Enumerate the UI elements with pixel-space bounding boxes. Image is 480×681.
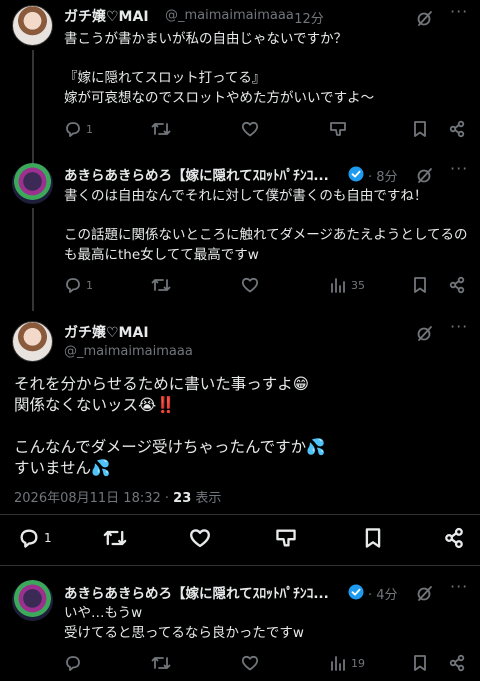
downvote-button[interactable]	[329, 120, 347, 138]
retweet-button[interactable]	[151, 276, 171, 294]
reply-button[interactable]: 1	[64, 276, 93, 294]
grok-icon[interactable]	[416, 166, 434, 184]
tweet-text: いや…もうw 受けてると思ってるなら良かったですw	[64, 605, 304, 641]
heart-icon	[190, 529, 210, 548]
bookmark-button[interactable]	[412, 276, 428, 294]
like-button[interactable]	[241, 276, 259, 294]
verified-badge-icon	[348, 584, 364, 600]
downvote-icon	[276, 529, 296, 547]
bookmark-icon	[414, 121, 426, 137]
reply-button[interactable]: 1	[18, 527, 52, 549]
reply-icon	[20, 529, 38, 548]
downvote-button[interactable]	[275, 527, 297, 549]
retweet-icon	[151, 657, 171, 669]
views-icon	[331, 656, 345, 671]
author-handle[interactable]: @_maimaimaimaaa	[165, 8, 294, 23]
more-icon[interactable]: ···	[450, 2, 468, 21]
author-name[interactable]: ガチ嬢♡MAI	[64, 6, 149, 26]
share-button[interactable]	[448, 276, 466, 294]
tweet-time[interactable]: · 12分	[286, 8, 324, 27]
reply-count: 1	[44, 531, 52, 545]
divider	[0, 565, 480, 566]
tweet-timestamp[interactable]: 2026年08月11日 18:32 · 23 表示	[14, 487, 221, 506]
grok-icon[interactable]	[416, 584, 434, 602]
tweet-text: それを分からせるために書いた事っすよ😁 関係なくないッス😭‼️ こんなんでダメー…	[14, 375, 326, 477]
grok-icon[interactable]	[416, 9, 434, 27]
retweet-button[interactable]	[151, 120, 171, 138]
heart-icon	[241, 655, 259, 671]
reply-button[interactable]	[64, 654, 86, 672]
views-button[interactable]: 35	[329, 276, 365, 294]
reply-icon	[66, 278, 80, 293]
author-name[interactable]: あきらあきらめろ【嫁に隠れてｽﾛｯﾄﾊﾟﾁﾝｺ...	[64, 582, 329, 602]
reply-icon	[66, 656, 80, 671]
more-icon[interactable]: ···	[450, 317, 468, 336]
like-button[interactable]	[241, 654, 259, 672]
verified-badge-icon	[348, 166, 364, 182]
share-icon	[449, 120, 465, 138]
views-count: 19	[351, 656, 365, 670]
bookmark-icon	[365, 528, 381, 548]
thread-line	[32, 50, 34, 163]
tweet-text: 書くのは自由なんでそれに対して僕が書くのも自由ですね！ この話題に関係ないところ…	[64, 188, 468, 263]
thread-line	[32, 208, 34, 311]
timestamp: 2026年08月11日 18:32	[14, 491, 161, 506]
avatar[interactable]	[12, 580, 53, 621]
views-icon	[331, 278, 345, 293]
views-label: 表示	[191, 491, 222, 506]
reply-icon	[66, 122, 80, 137]
share-icon	[449, 654, 465, 672]
reply-button[interactable]: 1	[64, 120, 93, 138]
retweet-button[interactable]	[151, 654, 171, 672]
tweet-time[interactable]: · 4分	[368, 584, 398, 603]
views-count: 23	[173, 491, 192, 506]
grok-icon[interactable]	[416, 324, 434, 342]
retweet-icon	[103, 530, 127, 546]
share-button[interactable]	[448, 120, 466, 138]
reply-count: 1	[86, 278, 93, 292]
share-icon	[445, 527, 463, 549]
retweet-icon	[151, 123, 171, 135]
retweet-icon	[151, 279, 171, 291]
avatar[interactable]	[12, 321, 53, 362]
tweet-time[interactable]: · 8分	[368, 166, 398, 185]
bookmark-icon	[414, 655, 426, 671]
heart-icon	[241, 277, 259, 293]
views-count: 35	[351, 278, 365, 292]
reply-count: 1	[86, 122, 93, 136]
share-icon	[449, 276, 465, 294]
like-button[interactable]	[189, 527, 211, 549]
share-button[interactable]	[448, 654, 466, 672]
retweet-button[interactable]	[103, 527, 127, 549]
avatar[interactable]	[12, 5, 53, 46]
avatar[interactable]	[12, 163, 53, 204]
bookmark-icon	[414, 277, 426, 293]
bookmark-button[interactable]	[412, 654, 428, 672]
bookmark-button[interactable]	[363, 527, 383, 549]
heart-icon	[241, 121, 259, 137]
more-icon[interactable]: ···	[450, 159, 468, 178]
like-button[interactable]	[241, 120, 259, 138]
divider	[0, 514, 480, 515]
more-icon[interactable]: ···	[450, 577, 468, 596]
tweet-text: 書こうが書かまいが私の自由じゃないですか？ 『嫁に隠れてスロット打ってる』 嫁が…	[64, 31, 375, 106]
share-button[interactable]	[443, 527, 465, 549]
author-handle[interactable]: @_maimaimaimaaa	[64, 344, 193, 359]
author-name[interactable]: ガチ嬢♡MAI	[64, 322, 149, 342]
views-button[interactable]: 19	[329, 654, 365, 672]
bookmark-button[interactable]	[412, 120, 428, 138]
author-name[interactable]: あきらあきらめろ【嫁に隠れてｽﾛｯﾄﾊﾟﾁﾝｺ...	[64, 164, 329, 184]
downvote-icon	[330, 122, 346, 136]
